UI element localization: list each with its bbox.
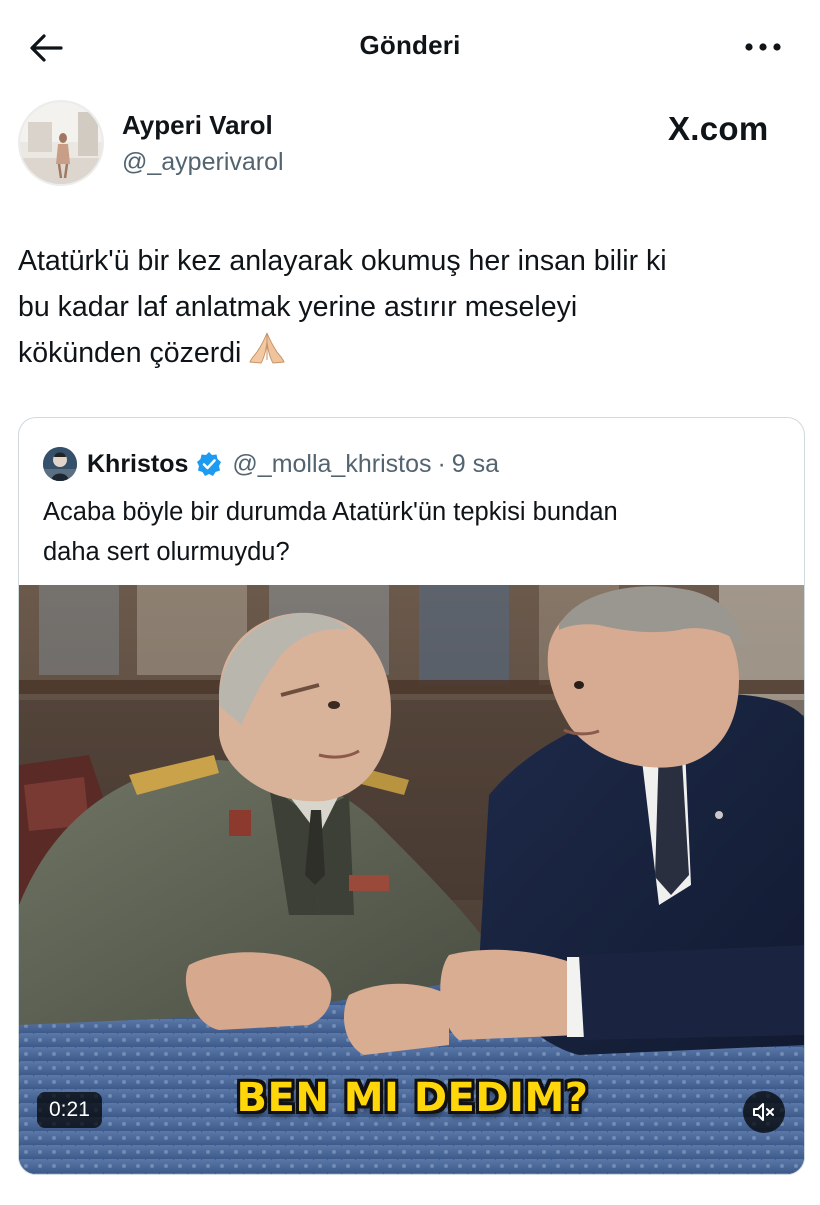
- quoted-tweet-time[interactable]: 9 sa: [452, 450, 499, 479]
- separator-dot: ·: [437, 449, 446, 478]
- quoted-avatar[interactable]: [43, 447, 77, 481]
- mute-button[interactable]: [743, 1091, 785, 1133]
- quoted-text-line: Acaba böyle bir durumda Atatürk'ün tepki…: [43, 498, 618, 526]
- quoted-text-line: daha sert olurmuydu?: [43, 538, 290, 566]
- tweet-text: Atatürk'ü bir kez anlayarak okumuş her i…: [18, 238, 798, 380]
- quoted-tweet-text: Acaba böyle bir durumda Atatürk'ün tepki…: [43, 492, 783, 572]
- x-com-watermark: X.com: [668, 110, 769, 147]
- quoted-tweet-card[interactable]: Khristos @_molla_khristos · 9 sa Acaba b…: [18, 417, 805, 1175]
- page-title: Gönderi: [359, 30, 461, 60]
- avatar-image: [20, 102, 102, 184]
- video-timer: 0:21: [37, 1092, 102, 1128]
- avatar[interactable]: [18, 100, 104, 186]
- author-handle[interactable]: @_ayperivarol: [122, 148, 284, 177]
- tweet-author: Ayperi Varol @_ayperivarol X.com: [18, 100, 808, 190]
- top-bar: Gönderi: [0, 0, 820, 96]
- tweet-text-line: kökünden çözerdi: [18, 330, 798, 380]
- quoted-author-handle[interactable]: @_molla_khristos: [232, 450, 431, 479]
- volume-muted-icon: [753, 1103, 774, 1121]
- praying-hands-emoji: [247, 330, 287, 380]
- more-options-button[interactable]: [738, 32, 788, 62]
- quoted-tweet-header: Khristos @_molla_khristos · 9 sa: [43, 446, 499, 482]
- video-player[interactable]: BEN MI DEDIM? 0:21: [19, 585, 804, 1174]
- video-caption: BEN MI DEDIM?: [236, 1075, 589, 1121]
- tweet-text-line-content: kökünden çözerdi: [18, 337, 242, 369]
- quoted-avatar-image: [43, 447, 77, 481]
- quoted-author-name[interactable]: Khristos: [87, 450, 188, 479]
- tweet-text-line: bu kadar laf anlatmak yerine astırır mes…: [18, 291, 578, 323]
- verified-badge-icon: [196, 451, 222, 477]
- more-horizontal-icon: [745, 43, 781, 51]
- tweet-text-line: Atatürk'ü bir kez anlayarak okumuş her i…: [18, 245, 667, 277]
- author-name[interactable]: Ayperi Varol: [122, 110, 273, 141]
